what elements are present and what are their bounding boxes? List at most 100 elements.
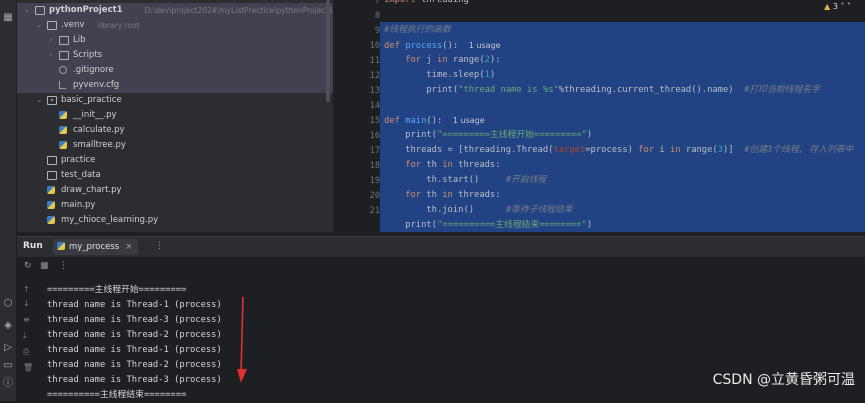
trash-icon[interactable]: 🗑 xyxy=(23,363,33,372)
layers-icon[interactable]: ◈ xyxy=(2,320,14,332)
rerun-icon[interactable]: ↻ xyxy=(24,261,32,271)
chevron-right-icon[interactable]: › xyxy=(47,33,55,48)
tree-item[interactable]: draw_chart.py xyxy=(17,183,333,198)
tree-item[interactable]: ⌄ pythonProject1 D:\dev\project2024\myList… xyxy=(17,3,333,18)
code-line[interactable]: th.start() #开启线程 xyxy=(384,173,546,188)
project-panel: ⌄ pythonProject1 D:\dev\project2024\myList… xyxy=(17,0,333,232)
code-line[interactable]: def process(): 1 usage xyxy=(384,38,501,53)
line-number: 15 xyxy=(369,116,380,126)
code-line[interactable]: print("==========主线程结束========") xyxy=(384,218,592,232)
code-line[interactable]: time.sleep(1) xyxy=(384,68,495,83)
code-line[interactable]: print("thread name is %s"%threading.curr… xyxy=(384,83,820,98)
python-file-icon xyxy=(47,186,55,194)
terminal-icon[interactable]: ▭ xyxy=(2,360,14,372)
chevron-down-icon[interactable]: ⌄ xyxy=(35,93,43,108)
code-token: #打印当前线程名字 xyxy=(744,85,820,95)
tree-item[interactable]: › Scripts xyxy=(17,48,333,63)
code-line[interactable]: for th in threads: xyxy=(384,188,500,203)
code-token: %threading.current_thread().name) xyxy=(558,85,745,95)
chevron-down-icon[interactable]: ˅ xyxy=(847,2,851,11)
python-file-icon xyxy=(57,242,65,250)
tree-item-label: test_data xyxy=(61,170,101,180)
tree-item[interactable]: ⌄ .venv library root xyxy=(17,18,333,33)
tree-item[interactable]: smalltree.py xyxy=(17,138,333,153)
tree-item[interactable]: .gitignore xyxy=(17,63,333,78)
code-line[interactable]: for th in threads: xyxy=(384,158,500,173)
code-token: range( xyxy=(447,55,485,65)
run-tool-icon[interactable]: ▷ xyxy=(2,342,14,354)
chevron-right-icon[interactable]: › xyxy=(47,48,55,63)
warning-icon: ▲ xyxy=(824,2,831,11)
code-token: ): xyxy=(489,55,501,65)
code-token: )] xyxy=(722,145,745,155)
chevron-up-icon[interactable]: ˄ xyxy=(840,2,844,11)
print-icon[interactable]: ⎙ xyxy=(23,347,29,357)
usage-hint[interactable]: 1 usage xyxy=(453,116,485,125)
scroll-to-end-icon[interactable]: ⤓ xyxy=(23,331,27,341)
more-vertical-icon[interactable]: ⋮ xyxy=(59,261,68,271)
code-token: (): xyxy=(442,41,469,51)
tree-item[interactable]: __init__.py xyxy=(17,108,333,123)
line-number: 7 xyxy=(374,0,380,6)
python-packages-icon[interactable]: ⬡ xyxy=(2,298,14,310)
console-line: thread name is Thread-1 (process) xyxy=(47,345,222,355)
code-lines[interactable]: import threading #线程执行的函数 def process(): 1… xyxy=(380,0,865,232)
console-line: thread name is Thread-3 (process) xyxy=(47,315,222,325)
close-icon[interactable]: × xyxy=(125,242,132,252)
tree-item[interactable]: calculate.py xyxy=(17,123,333,138)
line-number: 13 xyxy=(369,86,380,96)
tree-item[interactable]: main.py xyxy=(17,198,333,213)
code-token: import xyxy=(384,0,416,5)
code-token: ) xyxy=(586,220,593,230)
usage-hint[interactable]: 1 usage xyxy=(469,41,501,50)
structure-icon[interactable]: ▦ xyxy=(2,12,14,24)
tree-item-label: pyvenv.cfg xyxy=(73,80,120,90)
code-line[interactable]: import threading xyxy=(384,0,469,8)
run-panel-header: Run my_process × ⋮ xyxy=(17,237,865,257)
code-line[interactable]: threads = [threading.Thread(target=proce… xyxy=(384,143,853,158)
code-token: ) xyxy=(586,130,593,140)
code-token: for xyxy=(405,55,422,65)
line-number: 18 xyxy=(369,161,380,171)
code-token: i xyxy=(654,145,671,155)
code-line[interactable]: for j in range(2): xyxy=(384,53,501,68)
code-line[interactable]: def main(): 1 usage xyxy=(384,113,485,128)
code-editor[interactable]: 7 8 9 10 11 12 13 14 15 16 17 18 19 20 21 import threa… xyxy=(334,0,865,232)
code-token: print( xyxy=(384,85,459,95)
python-file-icon xyxy=(59,126,67,134)
arrow-up-icon[interactable]: ↑ xyxy=(23,285,30,294)
code-token: for xyxy=(405,190,422,200)
console-line: thread name is Thread-3 (process) xyxy=(47,375,222,385)
tree-item[interactable]: practice xyxy=(17,153,333,168)
code-line[interactable]: #线程执行的函数 xyxy=(384,23,451,38)
tree-item[interactable]: › Lib xyxy=(17,33,333,48)
arrow-down-icon[interactable]: ↓ xyxy=(23,299,30,308)
warning-indicator[interactable]: ▲ 3 ˄ ˅ xyxy=(824,2,851,11)
tree-item[interactable]: test_data xyxy=(17,168,333,183)
code-token: th.start() xyxy=(384,175,506,185)
soft-wrap-icon[interactable]: ≡ xyxy=(23,315,30,324)
code-token: th.join() xyxy=(384,205,506,215)
code-line[interactable]: print("=========主线程开始=========") xyxy=(384,128,592,143)
code-token: for xyxy=(638,145,655,155)
annotation-arrow xyxy=(237,297,247,383)
watermark: CSDN @立黄昏粥可温 xyxy=(712,372,855,388)
code-token: main xyxy=(405,116,427,126)
tab-label: my_process xyxy=(69,242,120,252)
code-token: def xyxy=(384,116,406,126)
tree-item[interactable]: my_chioce_learning.py xyxy=(17,213,333,228)
folder-icon xyxy=(35,6,45,15)
chevron-down-icon[interactable]: ⌄ xyxy=(35,18,43,33)
tree-item-label: draw_chart.py xyxy=(61,185,122,195)
tab-my-process[interactable]: my_process × xyxy=(53,239,139,255)
line-number: 11 xyxy=(369,56,380,66)
code-line[interactable]: th.join() #等待子线程结束 xyxy=(384,203,572,218)
tree-item[interactable]: pyvenv.cfg xyxy=(17,78,333,93)
more-options-icon[interactable]: ⋮ xyxy=(155,241,164,251)
project-scrollbar[interactable] xyxy=(326,0,330,102)
problems-icon[interactable]: ⓘ xyxy=(2,378,14,390)
tree-item[interactable]: ⌄ basic_practice xyxy=(17,93,333,108)
chevron-down-icon[interactable]: ⌄ xyxy=(23,3,31,18)
stop-icon[interactable]: ■ xyxy=(40,261,49,271)
